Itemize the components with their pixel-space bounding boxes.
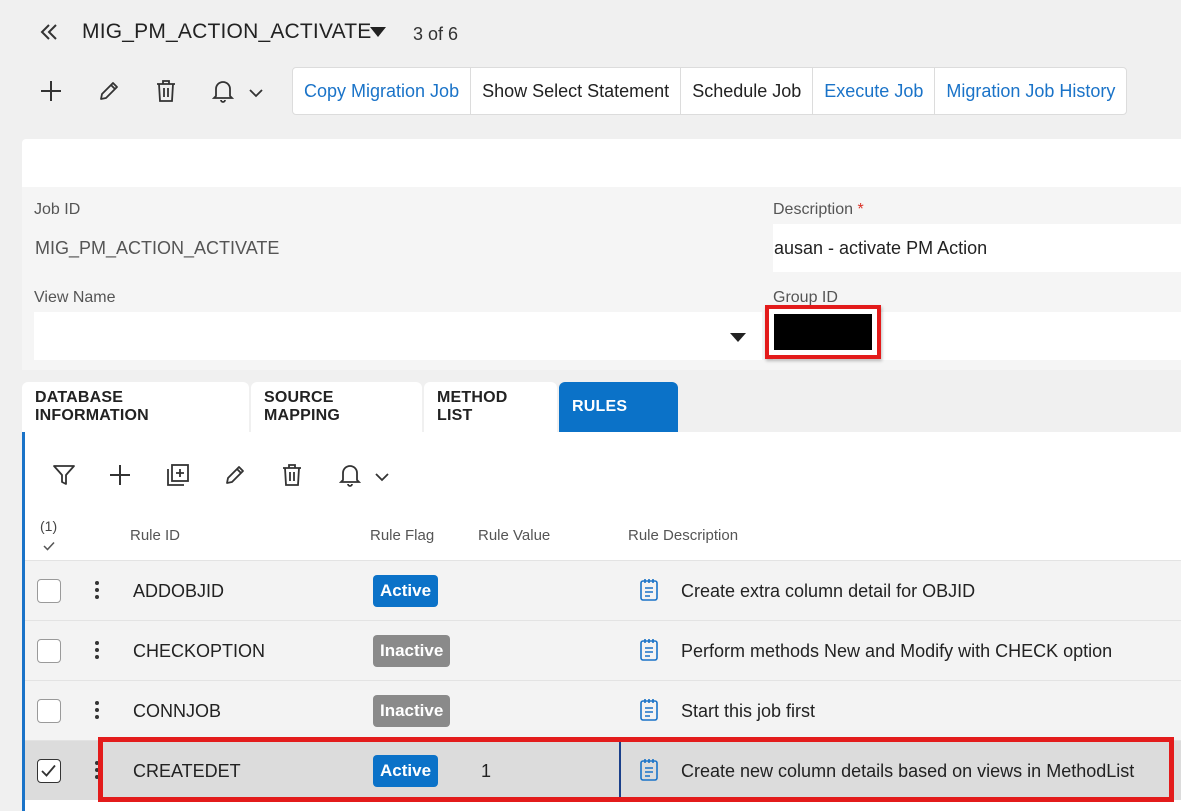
rule-flag-badge: Inactive xyxy=(373,695,451,727)
migration-job-history-button[interactable]: Migration Job History xyxy=(935,68,1126,114)
row-checkbox[interactable] xyxy=(37,579,61,603)
rule-description-cell: Perform methods New and Modify with CHEC… xyxy=(681,641,1113,661)
row-menu-kebab-icon[interactable] xyxy=(95,701,99,722)
column-header-rule-id[interactable]: Rule ID xyxy=(130,527,180,544)
description-label: Description * xyxy=(773,201,864,219)
description-note-icon[interactable] xyxy=(639,578,659,602)
description-note-icon[interactable] xyxy=(639,698,659,722)
execute-job-button[interactable]: Execute Job xyxy=(813,68,936,114)
job-id-value: MIG_PM_ACTION_ACTIVATE xyxy=(35,238,280,258)
tab-source-mapping[interactable]: SOURCE MAPPING xyxy=(251,382,422,432)
row-checkbox[interactable] xyxy=(37,699,61,723)
rules-chevron-down-icon[interactable] xyxy=(373,470,391,484)
delete-rule-trash-icon[interactable] xyxy=(279,461,305,489)
redacted-group-id-highlight xyxy=(765,305,881,359)
row-checkbox[interactable] xyxy=(37,639,61,663)
edit-pencil-icon[interactable] xyxy=(96,78,122,104)
add-icon[interactable] xyxy=(38,78,64,104)
show-select-statement-button[interactable]: Show Select Statement xyxy=(471,68,682,114)
rule-id-cell: ADDOBJID xyxy=(133,581,225,601)
description-label-text: Description xyxy=(773,201,854,218)
edit-rule-pencil-icon[interactable] xyxy=(222,462,248,488)
rule-id-cell: CREATEDET xyxy=(133,761,241,781)
select-all-check-icon[interactable] xyxy=(42,540,56,552)
rule-description-cell: Create new column details based on views… xyxy=(681,761,1135,781)
back-double-chevron-icon[interactable] xyxy=(36,18,62,46)
rule-description-cell: Start this job first xyxy=(681,701,816,721)
duplicate-icon[interactable] xyxy=(164,461,192,489)
rules-bell-icon[interactable] xyxy=(337,462,363,488)
tab-rules[interactable]: RULES xyxy=(559,382,678,432)
rule-id-cell: CHECKOPTION xyxy=(133,641,266,661)
row-menu-kebab-icon[interactable] xyxy=(95,761,99,782)
table-row-selected[interactable]: CREATEDET Active 1 Create new column det… xyxy=(25,740,1181,800)
add-rule-icon[interactable] xyxy=(107,462,133,488)
redaction-block xyxy=(774,314,872,350)
tab-database-information[interactable]: DATABASE INFORMATION xyxy=(22,382,249,432)
view-name-label: View Name xyxy=(34,289,116,306)
record-counter: 3 of 6 xyxy=(413,24,459,44)
page-title: MIG_PM_ACTION_ACTIVATE xyxy=(82,20,372,43)
caret-down-icon[interactable] xyxy=(368,24,388,40)
cell-focus-divider xyxy=(619,742,621,797)
rule-value-cell: 1 xyxy=(481,761,492,781)
table-row[interactable]: CHECKOPTION Inactive Perform methods New… xyxy=(25,620,1181,680)
table-row[interactable]: ADDOBJID Active Create extra column deta… xyxy=(25,560,1181,620)
description-input-value: ausan - activate PM Action xyxy=(774,237,988,258)
row-menu-kebab-icon[interactable] xyxy=(95,641,99,662)
dropdown-caret-icon xyxy=(730,333,746,343)
rule-flag-badge: Active xyxy=(373,575,439,607)
required-asterisk: * xyxy=(857,201,864,218)
selected-count: (1) xyxy=(40,518,58,534)
command-button-group: Copy Migration Job Show Select Statement… xyxy=(292,67,1128,115)
tab-method-list[interactable]: METHOD LIST xyxy=(424,382,557,432)
view-name-select[interactable] xyxy=(34,312,762,360)
column-header-rule-value[interactable]: Rule Value xyxy=(478,527,550,544)
schedule-job-button[interactable]: Schedule Job xyxy=(681,68,814,114)
checkmark-icon xyxy=(41,764,56,777)
job-id-label: Job ID xyxy=(34,201,81,218)
description-note-icon[interactable] xyxy=(639,638,659,662)
chevron-down-icon[interactable] xyxy=(247,86,265,100)
rule-id-cell: CONNJOB xyxy=(133,701,222,721)
rule-description-cell: Create extra column detail for OBJID xyxy=(681,581,976,601)
delete-trash-icon[interactable] xyxy=(153,77,179,105)
column-header-rule-flag[interactable]: Rule Flag xyxy=(370,527,434,544)
copy-migration-job-button[interactable]: Copy Migration Job xyxy=(293,68,472,114)
bell-icon[interactable] xyxy=(210,78,236,104)
description-input[interactable]: ausan - activate PM Action xyxy=(773,224,1181,272)
row-checkbox-checked[interactable] xyxy=(37,759,61,783)
filter-icon[interactable] xyxy=(50,462,78,488)
column-header-rule-description[interactable]: Rule Description xyxy=(628,527,738,544)
rule-flag-badge: Active xyxy=(373,755,439,787)
table-row[interactable]: CONNJOB Inactive Start this job first xyxy=(25,680,1181,740)
row-menu-kebab-icon[interactable] xyxy=(95,581,99,602)
rule-flag-badge: Inactive xyxy=(373,635,451,667)
description-note-icon[interactable] xyxy=(639,758,659,782)
